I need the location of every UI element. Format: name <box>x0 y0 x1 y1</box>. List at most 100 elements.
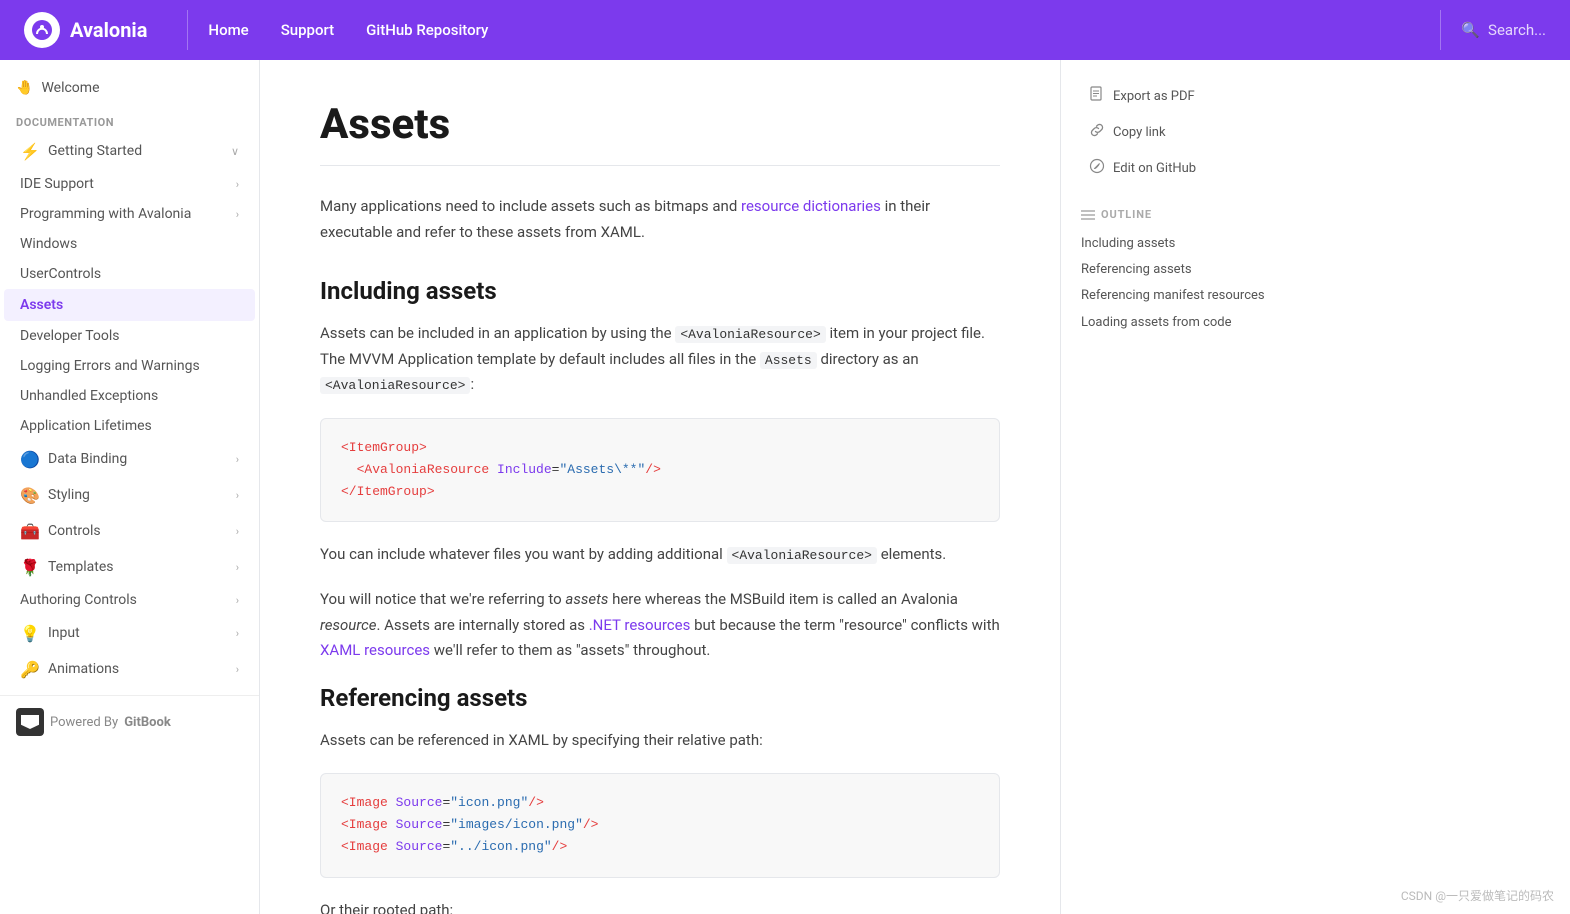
watermark: CSDN @一只爱做笔记的码农 <box>1401 887 1554 904</box>
code-block-1: <ItemGroup> <AvaloniaResource Include="A… <box>320 418 1000 522</box>
animations-chevron: › <box>236 663 239 676</box>
copy-link-label: Copy link <box>1113 125 1166 140</box>
outline-section: OUTLINE Including assets Referencing ass… <box>1081 208 1280 336</box>
sidebar-item-ide-support[interactable]: IDE Support › <box>4 169 255 199</box>
outline-icon <box>1081 209 1095 221</box>
outline-item-loading-assets[interactable]: Loading assets from code <box>1081 310 1280 336</box>
sidebar-item-animations[interactable]: 🔑 Animations › <box>4 651 255 687</box>
export-pdf-icon <box>1089 86 1105 106</box>
styling-chevron: › <box>236 489 239 502</box>
nav-github[interactable]: GitHub Repository <box>366 21 488 39</box>
welcome-icon: 🤚 <box>16 80 33 96</box>
search-icon: 🔍 <box>1461 21 1480 39</box>
including-assets-body3: You will notice that we're referring to … <box>320 587 1000 664</box>
section-title-including-assets: Including assets <box>320 277 1000 305</box>
resource-dicts-link[interactable]: resource dictionaries <box>741 197 881 215</box>
export-pdf-action[interactable]: Export as PDF <box>1081 80 1280 112</box>
sidebar-label-getting-started: Getting Started <box>48 143 142 159</box>
edit-github-label: Edit on GitHub <box>1113 161 1196 176</box>
input-chevron: › <box>236 627 239 640</box>
gitbook-icon <box>16 708 44 736</box>
nav-links: Home Support GitHub Repository <box>208 21 1420 39</box>
getting-started-icon: ⚡ <box>20 141 40 161</box>
data-binding-chevron: › <box>236 453 239 466</box>
including-assets-body2: You can include whatever files you want … <box>320 542 1000 568</box>
intro-text: Many applications need to include assets… <box>320 194 1000 245</box>
sidebar-item-getting-started[interactable]: ⚡ Getting Started ∨ <box>4 133 255 169</box>
templates-chevron: › <box>236 561 239 574</box>
sidebar-item-styling[interactable]: 🎨 Styling › <box>4 477 255 513</box>
nav-divider <box>187 10 188 50</box>
ide-support-chevron: › <box>236 178 239 191</box>
sidebar-section-documentation: DOCUMENTATION <box>0 104 259 133</box>
sidebar-item-logging-errors[interactable]: Logging Errors and Warnings <box>4 351 255 381</box>
outline-item-including-assets[interactable]: Including assets <box>1081 231 1280 257</box>
search-bar[interactable]: 🔍 Search... <box>1461 21 1546 39</box>
outline-item-referencing-assets[interactable]: Referencing assets <box>1081 257 1280 283</box>
controls-chevron: › <box>236 525 239 538</box>
code-block-2: <Image Source="icon.png"/> <Image Source… <box>320 773 1000 877</box>
nav-search-divider <box>1440 10 1441 50</box>
logo-text: Avalonia <box>70 18 147 42</box>
getting-started-chevron: ∨ <box>231 145 239 158</box>
sidebar-item-assets[interactable]: Assets <box>4 289 255 321</box>
top-nav: Avalonia Home Support GitHub Repository … <box>0 0 1570 60</box>
logo[interactable]: Avalonia <box>24 12 147 48</box>
sidebar-item-templates[interactable]: 🌹 Templates › <box>4 549 255 585</box>
nav-support[interactable]: Support <box>281 21 334 39</box>
sidebar-item-application-lifetimes[interactable]: Application Lifetimes <box>4 411 255 441</box>
page-divider <box>320 165 1000 166</box>
section-title-referencing-assets: Referencing assets <box>320 684 1000 712</box>
sidebar-powered: Powered By GitBook <box>0 695 259 748</box>
powered-by-text: Powered By <box>50 715 118 730</box>
welcome-label: Welcome <box>41 80 99 96</box>
sidebar-item-programming[interactable]: Programming with Avalonia › <box>4 199 255 229</box>
main-layout: 🤚 Welcome DOCUMENTATION ⚡ Getting Starte… <box>0 60 1570 914</box>
templates-label: Templates <box>48 559 114 575</box>
export-pdf-label: Export as PDF <box>1113 89 1195 104</box>
styling-label: Styling <box>48 487 90 503</box>
powered-by-brand[interactable]: GitBook <box>124 715 171 730</box>
input-icon: 💡 <box>20 623 40 643</box>
copy-link-action[interactable]: Copy link <box>1081 116 1280 148</box>
search-placeholder: Search... <box>1488 21 1546 39</box>
programming-chevron: › <box>236 208 239 221</box>
authoring-chevron: › <box>236 594 239 607</box>
controls-label: Controls <box>48 523 101 539</box>
input-label: Input <box>48 625 80 641</box>
xaml-resources-link[interactable]: XAML resources <box>320 641 430 659</box>
sidebar-welcome[interactable]: 🤚 Welcome <box>0 72 259 104</box>
referencing-assets-body1: Assets can be referenced in XAML by spec… <box>320 728 1000 754</box>
sidebar-item-data-binding[interactable]: 🔵 Data Binding › <box>4 441 255 477</box>
sidebar-item-developer-tools[interactable]: Developer Tools <box>4 321 255 351</box>
sidebar-item-input[interactable]: 💡 Input › <box>4 615 255 651</box>
nav-home[interactable]: Home <box>208 21 248 39</box>
edit-github-action[interactable]: Edit on GitHub <box>1081 152 1280 184</box>
templates-icon: 🌹 <box>20 557 40 577</box>
sidebar-item-controls[interactable]: 🧰 Controls › <box>4 513 255 549</box>
right-panel: Export as PDF Copy link <box>1060 60 1300 914</box>
data-binding-icon: 🔵 <box>20 449 40 469</box>
animations-label: Animations <box>48 661 119 677</box>
page-title: Assets <box>320 100 1000 149</box>
sidebar-item-usercontrols[interactable]: UserControls <box>4 259 255 289</box>
copy-link-icon <box>1089 122 1105 142</box>
including-assets-body1: Assets can be included in an application… <box>320 321 1000 398</box>
sidebar-item-unhandled-exceptions[interactable]: Unhandled Exceptions <box>4 381 255 411</box>
data-binding-label: Data Binding <box>48 451 127 467</box>
net-resources-link[interactable]: .NET resources <box>589 616 691 634</box>
rooted-path-text: Or their rooted path: <box>320 898 1000 914</box>
animations-icon: 🔑 <box>20 659 40 679</box>
logo-icon <box>24 12 60 48</box>
main-content: Assets Many applications need to include… <box>260 60 1060 914</box>
sidebar-item-windows[interactable]: Windows <box>4 229 255 259</box>
controls-icon: 🧰 <box>20 521 40 541</box>
sidebar-item-authoring-controls[interactable]: Authoring Controls › <box>4 585 255 615</box>
outline-item-referencing-manifest[interactable]: Referencing manifest resources <box>1081 283 1280 309</box>
sidebar: 🤚 Welcome DOCUMENTATION ⚡ Getting Starte… <box>0 60 260 914</box>
right-panel-actions: Export as PDF Copy link <box>1081 80 1280 184</box>
edit-github-icon <box>1089 158 1105 178</box>
styling-icon: 🎨 <box>20 485 40 505</box>
assets-label: Assets <box>20 297 63 313</box>
outline-label: OUTLINE <box>1081 208 1280 221</box>
